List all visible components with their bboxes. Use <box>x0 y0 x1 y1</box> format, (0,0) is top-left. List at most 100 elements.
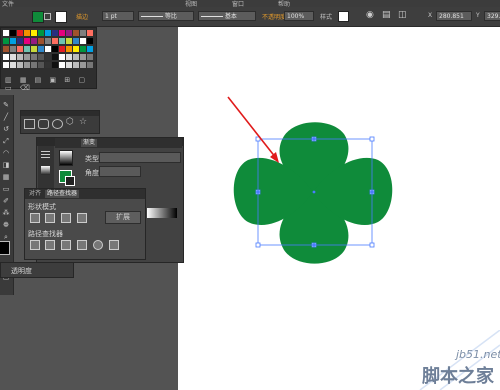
swatch[interactable] <box>52 30 58 36</box>
swatch[interactable] <box>80 46 86 52</box>
swatch[interactable] <box>45 62 51 68</box>
swatch[interactable] <box>59 54 65 60</box>
swatch[interactable] <box>73 54 79 60</box>
swatch[interactable] <box>10 54 16 60</box>
swatch[interactable] <box>73 30 79 36</box>
swatch[interactable] <box>24 62 30 68</box>
gradient-stroke-swatch[interactable] <box>65 176 75 186</box>
symbol-tool-icon[interactable]: ❁ <box>2 221 10 229</box>
swatch[interactable] <box>52 54 58 60</box>
swatch[interactable] <box>38 38 44 44</box>
scale-tool-icon[interactable]: ⤢ <box>2 137 10 145</box>
swatch-panel-footer-icons[interactable]: ▥ ▦ ▤ ▣ ⊞ ▢ ▭ ⌫ <box>5 76 96 92</box>
zoom-tool-icon[interactable]: ⌕ <box>2 233 10 241</box>
polygon-tool-icon[interactable]: ⬡ <box>66 117 74 127</box>
swatch[interactable] <box>31 54 37 60</box>
pen-tool-icon[interactable]: ✎ <box>2 101 10 109</box>
gradient-panel-icon[interactable] <box>41 166 50 175</box>
brush-tool-icon[interactable]: ╱ <box>2 113 10 121</box>
swatch[interactable] <box>87 54 93 60</box>
swatch[interactable] <box>3 46 9 52</box>
swatch[interactable] <box>66 54 72 60</box>
swatch[interactable] <box>31 62 37 68</box>
swatch[interactable] <box>87 46 93 52</box>
swatch[interactable] <box>24 30 30 36</box>
swatch[interactable] <box>80 30 86 36</box>
swatch[interactable] <box>66 62 72 68</box>
swatch[interactable] <box>59 46 65 52</box>
swatch[interactable] <box>59 62 65 68</box>
star-tool-icon[interactable]: ☆ <box>79 117 87 127</box>
swatch[interactable] <box>45 54 51 60</box>
gradient-slider[interactable] <box>147 208 177 218</box>
stroke-panel-icon[interactable] <box>41 151 50 152</box>
swatch[interactable] <box>24 38 30 44</box>
tab-pathfinder[interactable]: 路径查找器 <box>45 190 80 198</box>
swatch[interactable] <box>3 54 9 60</box>
swatch[interactable] <box>52 46 58 52</box>
swatch[interactable] <box>10 62 16 68</box>
swatch[interactable] <box>45 30 51 36</box>
swatch[interactable] <box>87 62 93 68</box>
swatch[interactable] <box>10 38 16 44</box>
shape-builder-icon[interactable]: ◨ <box>2 161 10 169</box>
swatch[interactable] <box>87 38 93 44</box>
swatch[interactable] <box>31 46 37 52</box>
swatch[interactable] <box>24 46 30 52</box>
swatch[interactable] <box>80 54 86 60</box>
tab-align[interactable]: 对齐 <box>27 190 43 198</box>
swatch[interactable] <box>38 46 44 52</box>
swatch[interactable] <box>45 46 51 52</box>
swatch[interactable] <box>31 30 37 36</box>
rounded-rect-tool-icon[interactable] <box>38 119 49 129</box>
gradient-angle-field[interactable] <box>99 166 141 177</box>
tab-gradient[interactable]: 渐变 <box>81 139 98 147</box>
expand-button[interactable]: 扩展 <box>105 211 141 224</box>
eyedropper-icon[interactable]: ✐ <box>2 197 10 205</box>
gradient-type-select[interactable] <box>99 152 181 163</box>
swatch[interactable] <box>10 30 16 36</box>
minus-back-icon[interactable] <box>109 240 119 250</box>
outline-icon[interactable] <box>93 240 103 250</box>
gradient-tool-icon[interactable]: ▭ <box>2 185 10 193</box>
crop-icon[interactable] <box>77 240 87 250</box>
swatch[interactable] <box>17 54 23 60</box>
unite-icon[interactable] <box>30 213 40 223</box>
swatch[interactable] <box>73 46 79 52</box>
swatch[interactable] <box>17 46 23 52</box>
swatch[interactable] <box>59 38 65 44</box>
swatch[interactable] <box>59 30 65 36</box>
swatch[interactable] <box>17 30 23 36</box>
rotate-tool-icon[interactable]: ↺ <box>2 125 10 133</box>
swatch[interactable] <box>73 62 79 68</box>
swatch[interactable] <box>3 30 9 36</box>
swatch[interactable] <box>38 30 44 36</box>
swatch[interactable] <box>52 38 58 44</box>
swatch[interactable] <box>38 62 44 68</box>
mesh-tool-icon[interactable]: ▦ <box>2 173 10 181</box>
swatch[interactable] <box>31 38 37 44</box>
ellipse-tool-icon[interactable] <box>52 119 63 129</box>
blend-tool-icon[interactable]: ⁂ <box>2 209 10 217</box>
swatch[interactable] <box>17 62 23 68</box>
fill-indicator[interactable] <box>0 241 10 255</box>
swatch[interactable] <box>17 38 23 44</box>
swatch[interactable] <box>66 38 72 44</box>
swatch[interactable] <box>87 30 93 36</box>
swatch[interactable] <box>10 46 16 52</box>
swatch[interactable] <box>80 62 86 68</box>
swatch[interactable] <box>24 54 30 60</box>
trim-icon[interactable] <box>45 240 55 250</box>
swatch-grid[interactable] <box>3 30 93 74</box>
rectangle-tool-icon[interactable] <box>24 119 35 129</box>
swatch[interactable] <box>66 46 72 52</box>
warp-tool-icon[interactable]: ◠ <box>2 149 10 157</box>
swatch[interactable] <box>52 62 58 68</box>
swatch[interactable] <box>73 38 79 44</box>
divide-icon[interactable] <box>30 240 40 250</box>
exclude-icon[interactable] <box>77 213 87 223</box>
merge-icon[interactable] <box>61 240 71 250</box>
gradient-preview[interactable] <box>59 150 73 166</box>
swatch[interactable] <box>45 38 51 44</box>
swatch[interactable] <box>38 54 44 60</box>
